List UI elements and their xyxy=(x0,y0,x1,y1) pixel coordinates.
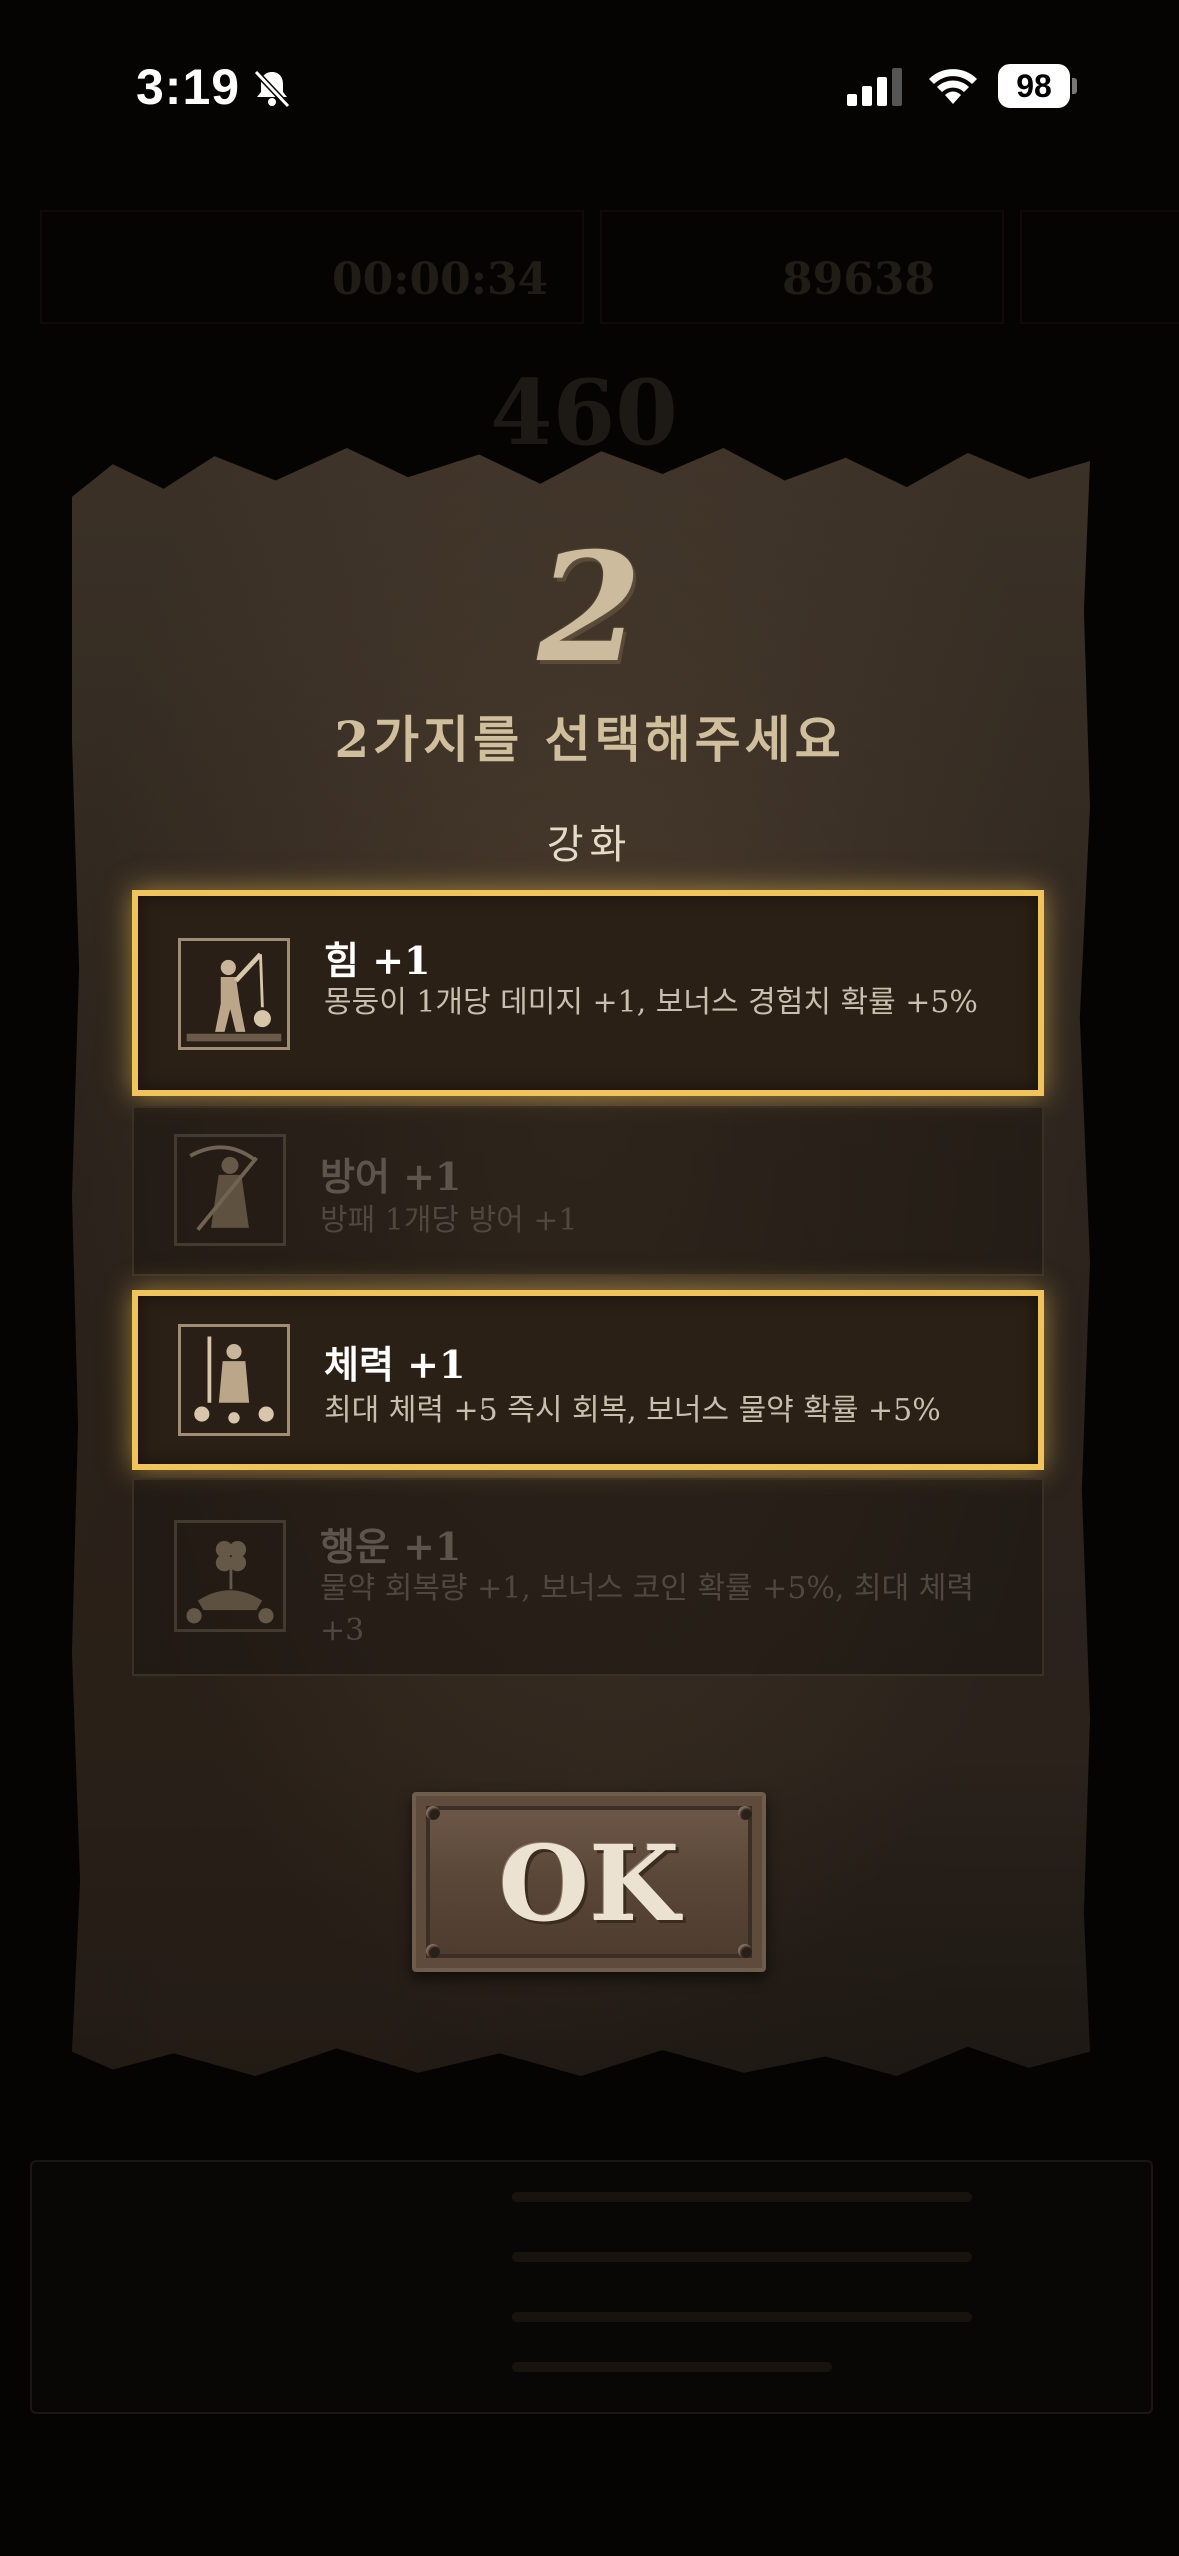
section-label: 강화 xyxy=(546,822,633,868)
ok-button[interactable]: OK xyxy=(412,1792,766,1972)
option-name: 행운 +1 xyxy=(320,1524,462,1569)
option-defense[interactable]: 방어 +1 방패 1개당 방어 +1 xyxy=(132,1106,1044,1276)
option-vitality[interactable]: 체력 +1 최대 체력 +5 즉시 회복, 보너스 물약 확률 +5% xyxy=(132,1290,1044,1470)
option-description: 몽둥이 1개당 데미지 +1, 보너스 경험치 확률 +5% xyxy=(324,985,978,1020)
battery-level: 98 xyxy=(998,64,1070,108)
battery-icon: 98 xyxy=(998,64,1077,108)
option-name: 방어 +1 xyxy=(320,1154,462,1199)
option-description: 물약 회복량 +1, 보너스 코인 확률 +5%, 최대 체력 +3 xyxy=(320,1571,974,1648)
clover-in-hand-icon xyxy=(174,1520,286,1632)
option-name: 힘 +1 xyxy=(324,938,431,983)
gold-value: 89638 xyxy=(782,254,936,305)
option-description: 방패 1개당 방어 +1 xyxy=(320,1203,578,1238)
gold-panel: 89638 xyxy=(600,210,1004,324)
dialog-title: 2가지를 선택해주세요 xyxy=(334,710,845,769)
option-description: 최대 체력 +5 즉시 회복, 보너스 물약 확률 +5% xyxy=(324,1393,941,1428)
timer-panel: 00:00:34 xyxy=(40,210,584,324)
ok-button-label: OK xyxy=(498,1822,680,1945)
warrior-with-club-icon xyxy=(178,938,290,1050)
selection-count-numeral: 2 xyxy=(537,520,642,696)
side-panel xyxy=(1020,210,1179,324)
signal-icon xyxy=(847,68,902,106)
option-luck[interactable]: 행운 +1 물약 회복량 +1, 보너스 코인 확률 +5%, 최대 체력 +3 xyxy=(132,1478,1044,1676)
timer-value: 00:00:34 xyxy=(332,254,549,305)
background-stats-panel xyxy=(30,2160,1153,2414)
option-strength[interactable]: 힘 +1 몽둥이 1개당 데미지 +1, 보너스 경험치 확률 +5% xyxy=(132,890,1044,1096)
status-bar: 3:19 98 xyxy=(0,0,1179,150)
wifi-icon xyxy=(929,69,977,104)
reaper-with-scythe-icon xyxy=(174,1134,286,1246)
status-time: 3:19 xyxy=(136,59,241,115)
bell-slash-icon xyxy=(253,69,291,109)
option-name: 체력 +1 xyxy=(324,1342,466,1387)
knight-with-skulls-icon xyxy=(178,1324,290,1436)
score-value: 460 xyxy=(490,360,678,466)
